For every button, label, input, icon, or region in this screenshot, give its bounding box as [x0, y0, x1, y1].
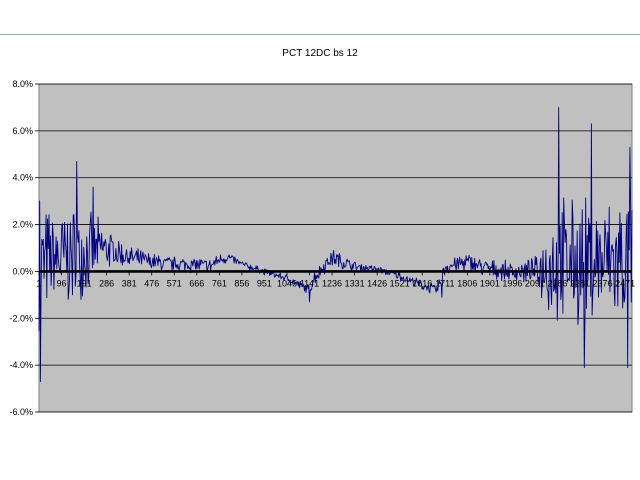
x-tick-label: 856 — [234, 278, 249, 288]
y-tick-label: 6.0% — [12, 126, 33, 136]
y-axis-ticks: 8.0% 6.0% 4.0% 2.0% 0.0% -2.0% -4.0% -6.0% — [9, 79, 39, 417]
x-tick-label: 1521 — [390, 278, 410, 288]
chart: PCT 12DC bs 12 8.0% 6.0% 4.0% 2.0% 0.0% -2.0%… — [0, 0, 640, 480]
x-tick-label: 761 — [212, 278, 227, 288]
chart-title: PCT 12DC bs 12 — [282, 48, 358, 59]
chart-svg: PCT 12DC bs 12 8.0% 6.0% 4.0% 2.0% 0.0% -2.0%… — [9, 48, 635, 417]
x-tick-label: 2091 — [525, 278, 545, 288]
y-tick-label: -6.0% — [9, 407, 33, 417]
y-tick-label: 8.0% — [12, 79, 33, 89]
x-tick-label: 286 — [99, 278, 114, 288]
x-tick-label: 2186 — [547, 278, 567, 288]
x-tick-label: 381 — [122, 278, 137, 288]
x-tick-label: 1901 — [480, 278, 500, 288]
x-tick-label: 1426 — [367, 278, 387, 288]
x-tick-label: 1616 — [412, 278, 432, 288]
y-tick-label: 2.0% — [12, 220, 33, 230]
x-tick-label: 1711 — [435, 278, 454, 288]
x-tick-label: 571 — [167, 278, 182, 288]
x-tick-label: 1236 — [322, 278, 342, 288]
y-tick-label: -2.0% — [9, 313, 33, 323]
plot-background — [38, 83, 633, 413]
x-tick-label: 1996 — [502, 278, 522, 288]
y-tick-label: 0.0% — [12, 266, 33, 276]
x-tick-label: 476 — [144, 278, 159, 288]
x-tick-label: 1046 — [277, 278, 297, 288]
x-tick-label: 191 — [77, 278, 92, 288]
y-tick-label: -4.0% — [9, 360, 33, 370]
x-tick-label: 2471 — [615, 278, 635, 288]
x-tick-label: 2281 — [570, 278, 590, 288]
x-tick-label: 1331 — [345, 278, 365, 288]
x-tick-label: 1806 — [457, 278, 477, 288]
plot-area — [38, 83, 633, 413]
x-tick-label: 1 — [36, 278, 41, 288]
x-tick-label: 2376 — [593, 278, 613, 288]
x-tick-label: 951 — [257, 278, 272, 288]
y-tick-label: 4.0% — [12, 173, 33, 183]
x-tick-label: 96 — [57, 278, 67, 288]
x-tick-label: 666 — [189, 278, 204, 288]
x-tick-label: 1141 — [300, 278, 319, 288]
